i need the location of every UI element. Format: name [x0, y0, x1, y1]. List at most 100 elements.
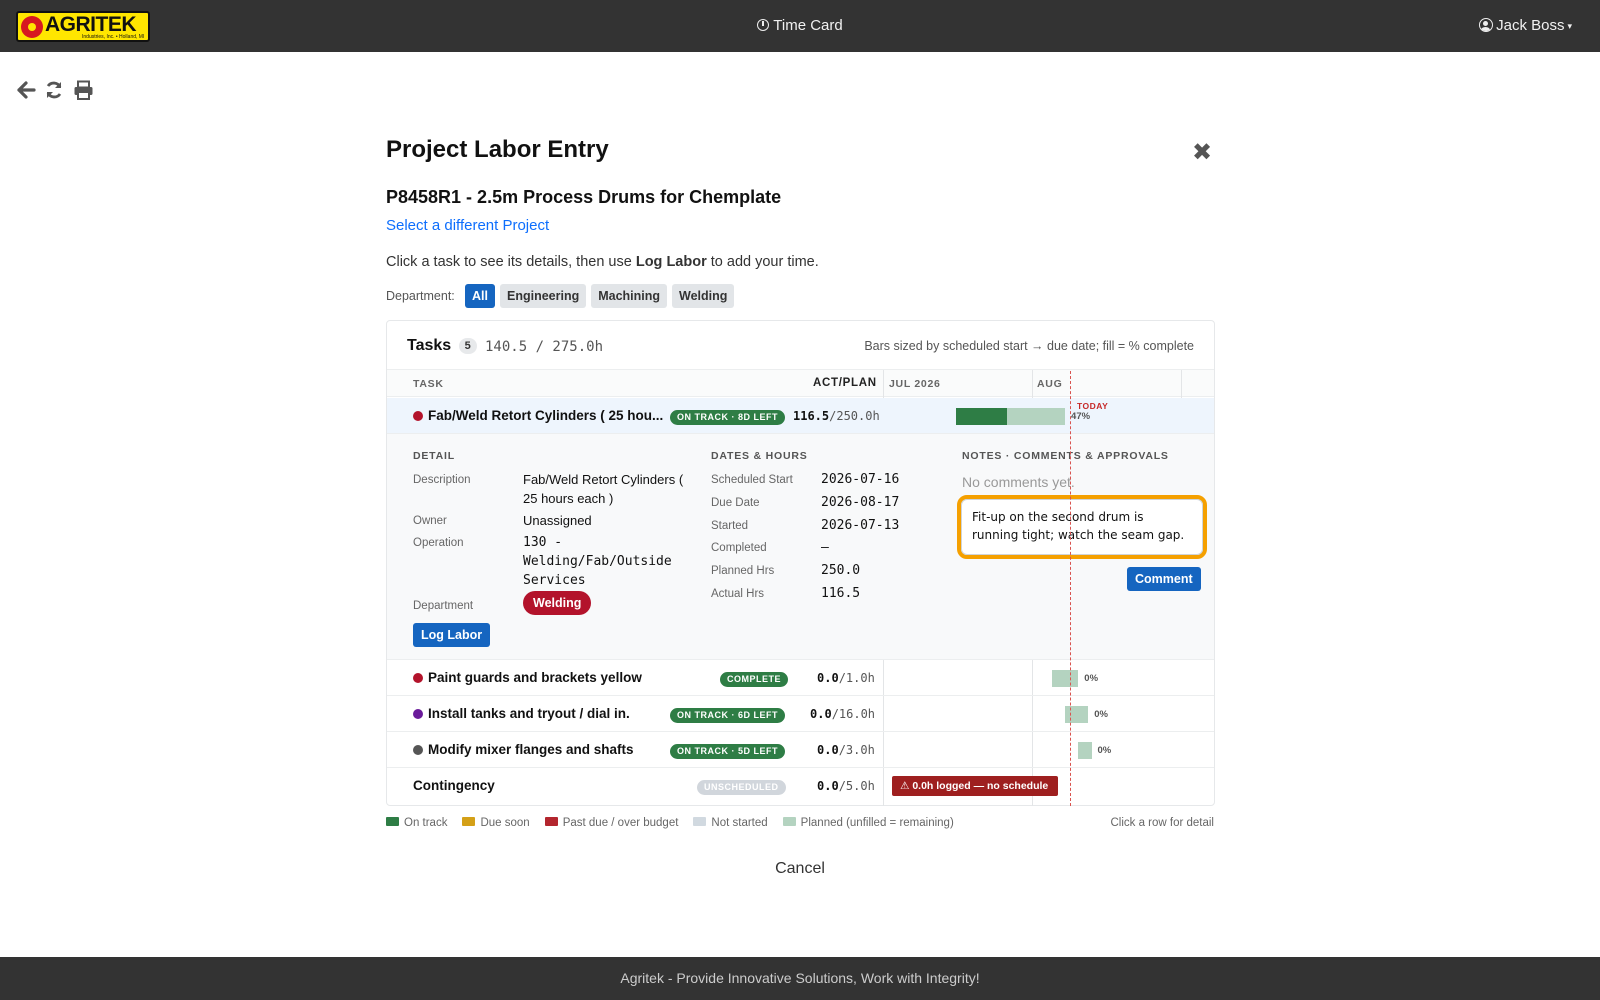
status-badge: ON TRACK · 6D LEFT [670, 708, 785, 723]
task-hours: 0.0/3.0h [817, 743, 875, 757]
completed-label: Completed [711, 542, 767, 554]
user-name: Jack Boss [1496, 17, 1565, 34]
logo-subtext: Industries, Inc. • Holland, MI [82, 34, 145, 40]
task-hours: 0.0/16.0h [810, 707, 875, 721]
tasks-card: Tasks 5 140.5 / 275.0h Bars sized by sch… [386, 320, 1215, 806]
owner-value: Unassigned [523, 513, 592, 528]
actual-hrs-label: Actual Hrs [711, 588, 765, 600]
print-icon[interactable] [73, 80, 94, 100]
task-color-dot [413, 709, 423, 719]
planned-bar [1065, 706, 1089, 723]
task-row[interactable]: Contingency UNSCHEDULED 0.0/5.0h ⚠ 0.0h … [387, 768, 1214, 804]
actual-hours: 0.0 [810, 707, 832, 721]
percent-complete: 0% [1084, 673, 1099, 684]
user-menu[interactable]: Jack Boss ▾ [1479, 17, 1572, 34]
started-label: Started [711, 520, 749, 532]
planned-hrs-value: 250.0 [821, 563, 861, 578]
planned-hrs-label: Planned Hrs [711, 565, 775, 577]
refresh-icon[interactable] [44, 80, 64, 100]
task-detail-panel: DETAIL Description Fab/Weld Retort Cylin… [387, 434, 1214, 660]
col-month-aug: AUG [1037, 378, 1063, 390]
legend-item-on-track: On track [386, 817, 447, 829]
legend-item-not-started: Not started [693, 817, 768, 829]
actual-hours: 0.0 [817, 671, 839, 685]
department-field-label: Department [413, 600, 474, 612]
project-title: P8458R1 - 2.5m Process Drums for Chempla… [386, 187, 782, 207]
today-label: TODAY [1077, 401, 1109, 411]
task-color-dot [413, 411, 423, 421]
close-icon[interactable]: ✖ [1192, 138, 1212, 167]
bars-note: Bars sized by scheduled start → due date… [864, 339, 1194, 353]
actual-hours: 116.5 [793, 409, 830, 423]
comment-input[interactable] [961, 499, 1203, 555]
dates-section-title: DATES & HOURS [711, 450, 808, 462]
task-name: Modify mixer flanges and shafts [428, 742, 634, 757]
percent-complete: 47% [1071, 411, 1091, 422]
planned-hours: /3.0h [838, 743, 875, 757]
comment-input-focus-ring [957, 495, 1207, 559]
scheduled-start-label: Scheduled Start [711, 474, 793, 486]
status-badge: ON TRACK · 5D LEFT [670, 744, 785, 759]
task-count-badge: 5 [458, 338, 477, 354]
comment-button[interactable]: Comment [1127, 567, 1201, 591]
user-icon [1479, 18, 1494, 32]
footer: Agritek - Provide Innovative Solutions, … [0, 957, 1600, 1000]
status-badge: COMPLETE [720, 672, 789, 687]
started-value: 2026-07-13 [821, 518, 900, 533]
clock-icon [757, 19, 770, 31]
today-marker [1070, 371, 1071, 806]
dept-filter-all[interactable]: All [465, 284, 495, 308]
legend-item-past-due: Past due / over budget [544, 817, 679, 829]
legend-item-planned: Planned (unfilled = remaining) [782, 817, 954, 829]
select-project-link[interactable]: Select a different Project [386, 217, 549, 234]
app-title: Time Card [0, 17, 1600, 34]
task-hours: 116.5/250.0h [793, 409, 880, 423]
task-color-dot [413, 673, 423, 683]
task-row[interactable]: Paint guards and brackets yellow COMPLET… [387, 660, 1214, 696]
log-labor-button[interactable]: Log Labor [413, 623, 491, 647]
scheduled-start-value: 2026-07-16 [821, 472, 900, 487]
dept-filter-welding[interactable]: Welding [672, 284, 735, 308]
instructions: Click a task to see its details, then us… [386, 254, 819, 270]
task-hours: 0.0/5.0h [817, 779, 875, 793]
tasks-label: Tasks [407, 337, 452, 354]
dept-filter-machining[interactable]: Machining [591, 284, 668, 308]
planned-hours: /1.0h [838, 671, 875, 685]
legend-label: Planned (unfilled = remaining) [800, 817, 954, 829]
owner-label: Owner [413, 515, 447, 527]
dept-filter-engineering[interactable]: Engineering [499, 284, 587, 308]
legend-label: Not started [711, 817, 768, 829]
legend-swatch [386, 817, 399, 826]
legend-swatch [462, 817, 476, 826]
notes-section-title: NOTES · COMMENTS & APPROVALS [962, 450, 1169, 462]
legend-swatch [693, 817, 707, 826]
tasks-header: Tasks 5 [407, 337, 477, 355]
department-label: Department: [386, 289, 455, 303]
department-badge: Welding [523, 591, 592, 615]
click-row-hint: Click a row for detail [1110, 817, 1214, 829]
col-task: TASK [413, 378, 444, 390]
col-month-jul: JUL 2026 [889, 378, 941, 390]
task-row[interactable]: Modify mixer flanges and shafts ON TRACK… [387, 732, 1214, 768]
planned-bar [1078, 742, 1092, 759]
status-badge: ON TRACK · 8D LEFT [670, 410, 785, 425]
legend-label: Past due / over budget [562, 817, 679, 829]
top-bar: AGRITEK Industries, Inc. • Holland, MI T… [0, 0, 1600, 52]
task-row[interactable]: Install tanks and tryout / dial in. ON T… [387, 696, 1214, 732]
cancel-button[interactable]: Cancel [775, 860, 825, 877]
total-hours: 140.5 / 275.0h [485, 339, 604, 355]
back-arrow-icon[interactable] [16, 80, 36, 100]
planned-hours: /16.0h [831, 707, 876, 721]
legend: On track Due soon Past due / over budget… [386, 817, 954, 829]
operation-label: Operation [413, 537, 464, 549]
completed-value: — [821, 540, 829, 555]
planned-hours: /5.0h [838, 779, 875, 793]
planned-bar [1051, 670, 1079, 687]
month-divider [1181, 370, 1182, 398]
actual-hours: 0.0 [817, 743, 839, 757]
department-filter: All Engineering Machining Welding [465, 284, 735, 308]
percent-complete: 0% [1097, 745, 1112, 756]
description-value: Fab/Weld Retort Cylinders ( 25 hours eac… [523, 472, 684, 506]
task-name: Install tanks and tryout / dial in. [428, 706, 630, 721]
legend-item-due-soon: Due soon [462, 817, 530, 829]
